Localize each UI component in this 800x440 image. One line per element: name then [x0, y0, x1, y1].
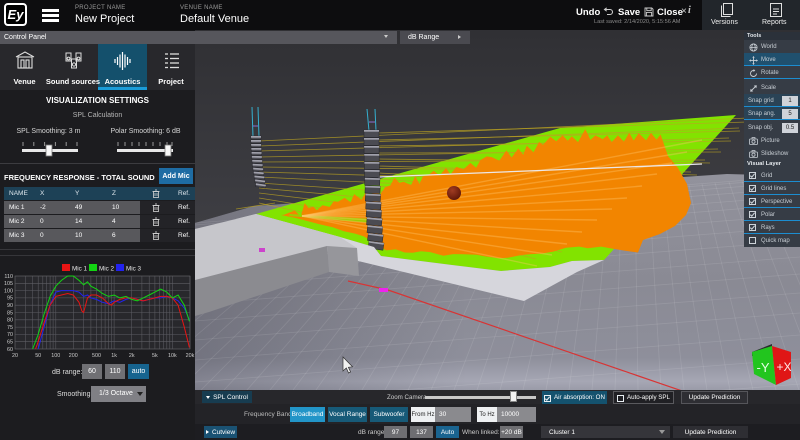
- svg-text:70: 70: [7, 332, 13, 338]
- svg-text:+X: +X: [776, 360, 791, 374]
- svg-text:200: 200: [69, 353, 78, 359]
- svg-text:75: 75: [7, 325, 13, 331]
- svg-text:110: 110: [4, 274, 13, 280]
- svg-text:Mic 3: Mic 3: [126, 266, 142, 273]
- svg-text:10k: 10k: [168, 353, 177, 359]
- svg-text:65: 65: [7, 340, 13, 346]
- svg-text:100: 100: [51, 353, 60, 359]
- svg-text:Mic 1: Mic 1: [72, 266, 88, 273]
- svg-text:-Y: -Y: [757, 360, 770, 375]
- svg-text:85: 85: [7, 310, 13, 316]
- svg-text:50: 50: [35, 353, 41, 359]
- svg-text:5k: 5k: [152, 353, 158, 359]
- svg-text:2k: 2k: [129, 353, 135, 359]
- svg-text:500: 500: [92, 353, 101, 359]
- svg-text:20k: 20k: [186, 353, 195, 359]
- svg-text:Mic 2: Mic 2: [99, 266, 115, 273]
- svg-text:60: 60: [7, 347, 13, 353]
- svg-text:1k: 1k: [111, 353, 117, 359]
- svg-text:90: 90: [7, 303, 13, 309]
- svg-text:95: 95: [7, 296, 13, 302]
- svg-text:20: 20: [12, 353, 18, 359]
- svg-text:100: 100: [4, 288, 13, 294]
- svg-text:80: 80: [7, 318, 13, 324]
- svg-text:105: 105: [4, 281, 13, 287]
